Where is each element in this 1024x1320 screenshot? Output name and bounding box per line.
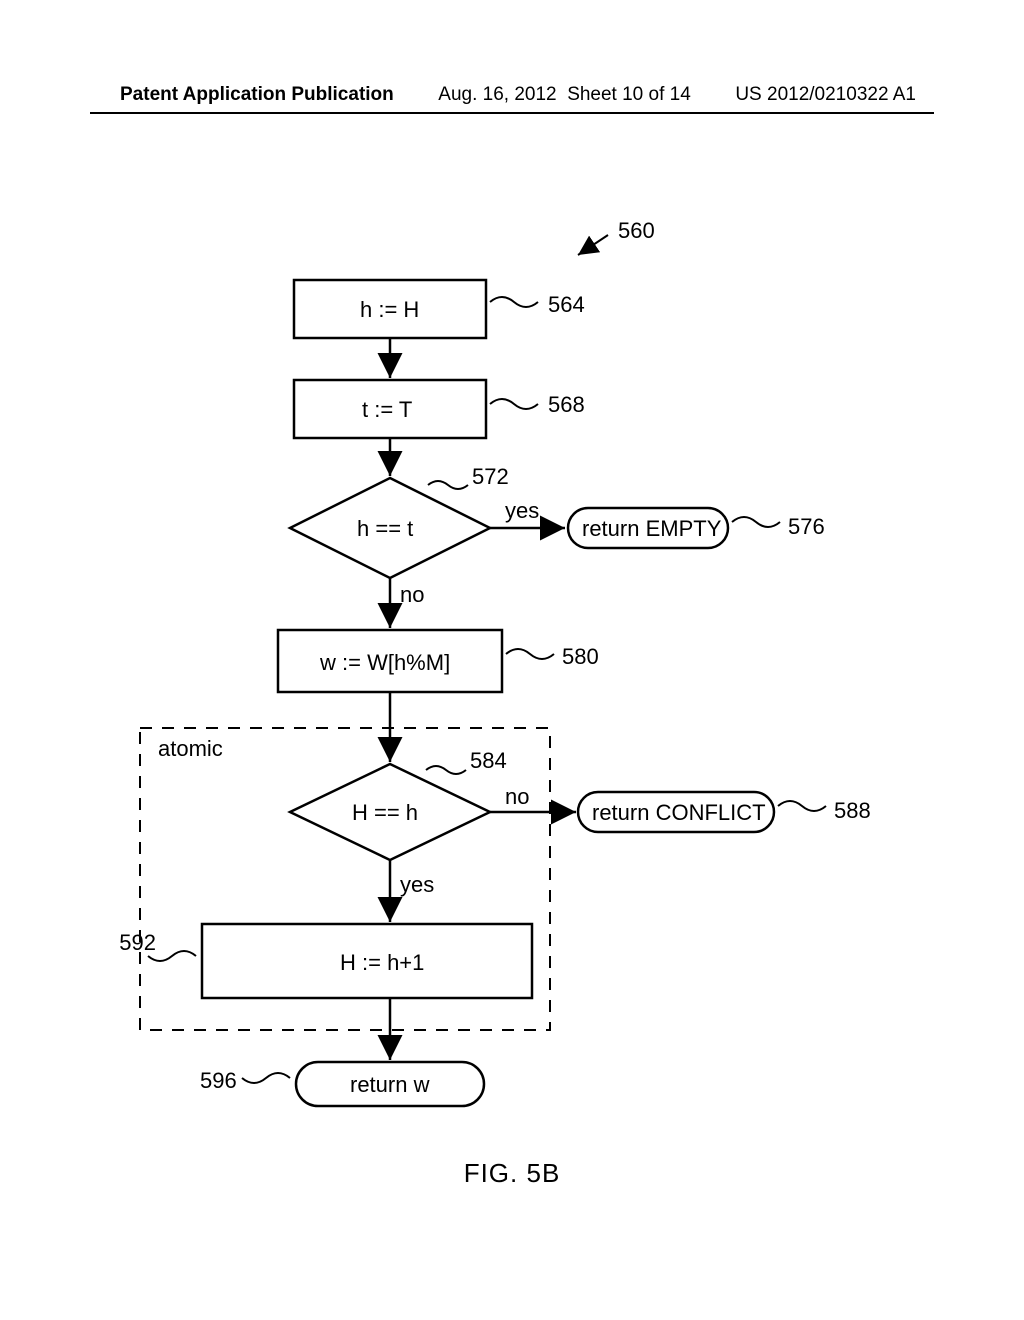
svg-text:580: 580 [562,644,599,669]
svg-text:h == t: h == t [357,516,413,541]
figure-caption: FIG. 5B [0,1158,1024,1189]
svg-text:atomic: atomic [158,736,223,761]
svg-text:572: 572 [472,464,509,489]
svg-text:return EMPTY: return EMPTY [582,516,722,541]
publication-date-sheet: Aug. 16, 2012 Sheet 10 of 14 [438,84,691,106]
svg-text:h := H: h := H [360,297,419,322]
edge-yes-572: yes [505,498,539,523]
svg-text:592: 592 [119,930,156,955]
publication-label: Patent Application Publication [120,84,394,106]
svg-text:588: 588 [834,798,871,823]
svg-text:return w: return w [350,1072,430,1097]
svg-text:H := h+1: H := h+1 [340,950,424,975]
svg-text:564: 564 [548,292,585,317]
publication-number: US 2012/0210322 A1 [735,84,916,106]
node-564: h := H 564 [294,280,585,338]
page-header: Patent Application Publication Aug. 16, … [0,84,1024,114]
node-568: t := T 568 [294,380,585,438]
svg-text:return CONFLICT: return CONFLICT [592,800,766,825]
svg-text:H == h: H == h [352,800,418,825]
node-596: return w 596 [200,1062,484,1106]
edge-no-572: no [400,582,424,607]
svg-text:560: 560 [618,218,655,243]
svg-text:w := W[h%M]: w := W[h%M] [319,650,450,675]
node-584: H == h 584 [290,748,507,860]
svg-text:576: 576 [788,514,825,539]
main-ref: 560 [578,218,655,255]
node-592: H := h+1 592 [119,924,532,998]
node-588: return CONFLICT 588 [578,792,871,832]
svg-text:t := T: t := T [362,397,412,422]
node-572: h == t 572 [290,464,509,578]
svg-text:568: 568 [548,392,585,417]
svg-text:596: 596 [200,1068,237,1093]
node-580: w := W[h%M] 580 [278,630,599,692]
svg-text:584: 584 [470,748,507,773]
edge-yes-584: yes [400,872,434,897]
flowchart: 560 h := H 564 t := T 568 h == t 572 yes… [0,180,1024,1140]
edge-no-584: no [505,784,529,809]
node-576: return EMPTY 576 [568,508,825,548]
